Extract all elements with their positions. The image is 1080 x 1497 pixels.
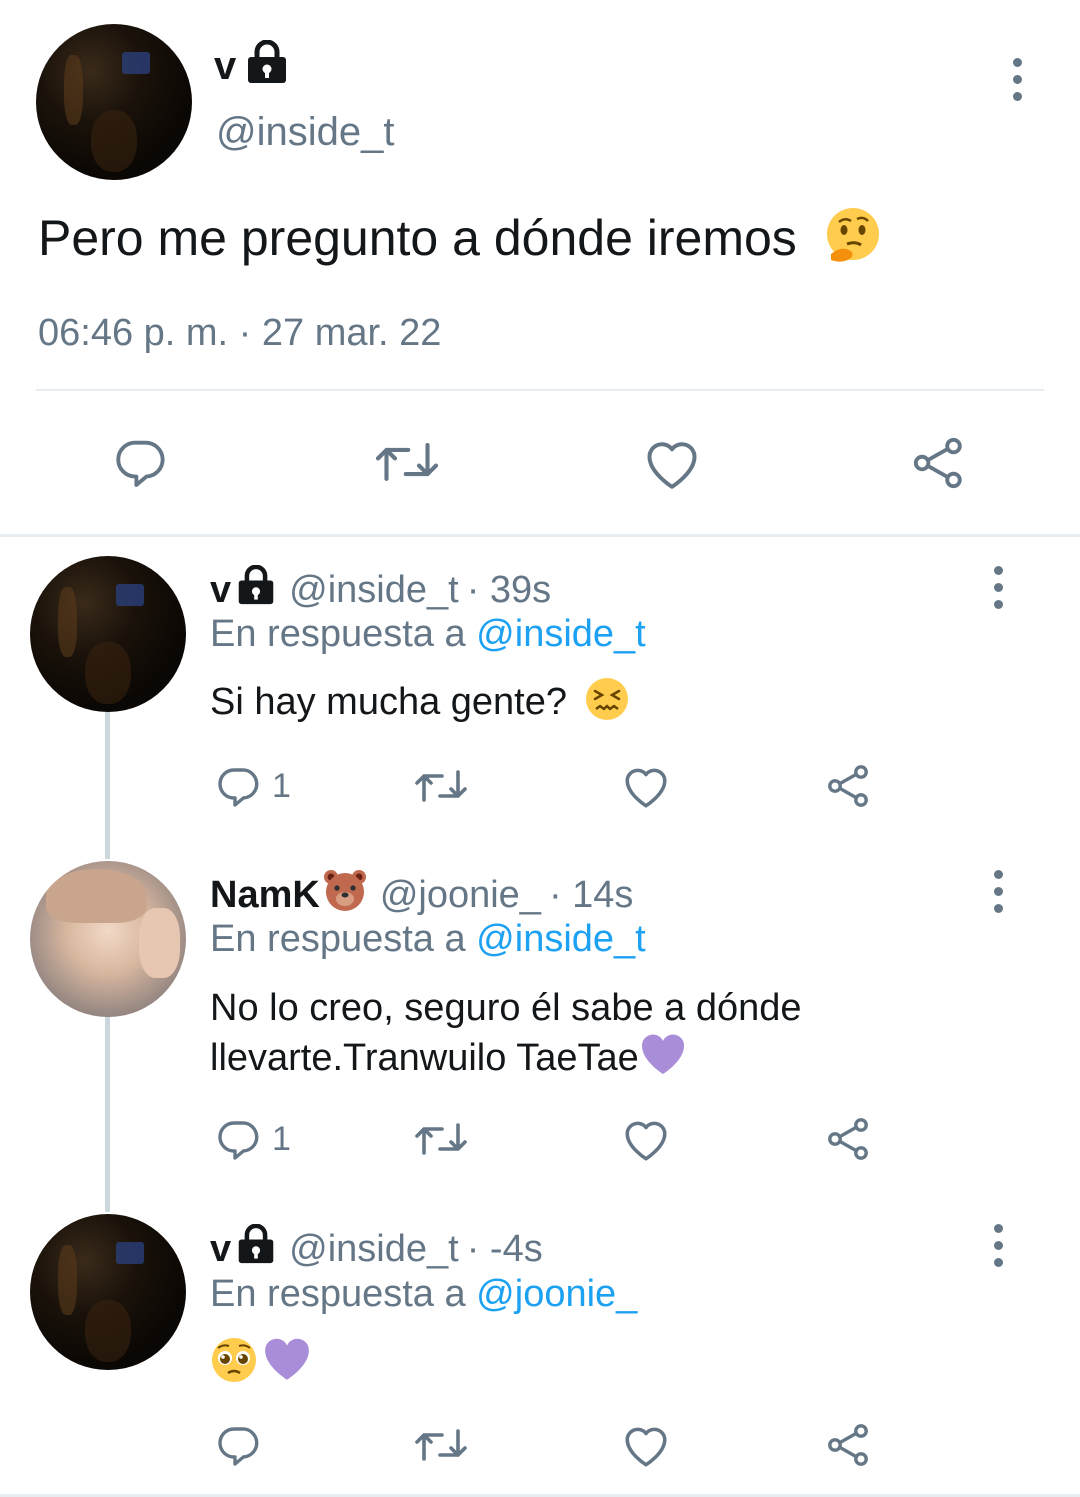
more-options-icon[interactable] [1011,58,1023,101]
reply-button[interactable] [111,433,169,491]
reply-count: 1 [272,1119,291,1158]
share-icon [913,437,962,489]
reply-avatar[interactable] [30,861,186,1017]
retweet-button[interactable] [412,762,470,815]
reply-text-line: llevarte.Tranwuilo TaeTae [210,1037,639,1080]
heart-icon [625,1427,667,1467]
reply-text-row: Si hay mucha gente? [210,676,630,732]
share-button[interactable] [825,1115,873,1168]
reply-icon [218,768,259,807]
more-options-icon[interactable] [992,870,1004,913]
retweet-button[interactable] [412,1115,470,1168]
reply-header: NamK @joonie_ · 14s [210,868,633,922]
reply-count: 1 [272,766,291,805]
reply-icon [116,440,165,487]
like-button[interactable] [621,762,671,815]
main-tweet-display-name[interactable]: v [214,44,236,89]
main-tweet-avatar[interactable] [36,24,192,180]
heart-icon [625,768,667,808]
more-options-icon[interactable] [992,1224,1004,1267]
purple-heart-icon [262,1336,312,1389]
reply-button[interactable] [214,1421,272,1469]
divider [36,389,1044,391]
reply-button[interactable]: 1 [214,1115,291,1163]
reply-emoji-row [210,1336,312,1389]
reply-header: v @inside_t · 39s [210,564,552,615]
section-divider [0,534,1080,537]
share-icon [828,1118,868,1160]
retweet-button[interactable] [412,1421,470,1474]
heart-icon [647,442,697,489]
reply-display-name[interactable]: v [210,569,231,612]
share-button[interactable] [825,762,873,815]
thread-line [105,1016,110,1212]
main-tweet-text: Pero me pregunto a dónde iremos [38,210,797,267]
reply-age: · 39s [466,568,552,611]
reply-handle[interactable]: @inside_t [289,569,459,612]
lock-icon [235,1223,277,1274]
more-options-icon[interactable] [992,566,1004,609]
thinking-face-icon [823,206,883,278]
like-button[interactable] [621,1421,671,1474]
reply-age: · 14s [548,873,634,916]
reply-prefix: En respuesta a [210,613,466,655]
share-button[interactable] [825,1421,873,1474]
reply-text-line-row: llevarte.Tranwuilo TaeTae [210,1032,802,1088]
reply-prefix: En respuesta a [210,918,466,960]
share-button[interactable] [910,434,968,492]
reply-display-name[interactable]: v [210,1228,231,1271]
lock-icon [244,40,290,84]
retweet-icon [415,1123,467,1155]
reply-text-line: No lo creo, seguro él sabe a dónde [210,987,802,1029]
retweet-icon [375,443,439,481]
share-icon [828,765,868,807]
reply-avatar[interactable] [30,1214,186,1370]
retweet-icon [415,1429,467,1461]
reply-age: · -4s [466,1227,543,1270]
heart-icon [625,1121,667,1161]
lock-icon [235,564,277,615]
reply-to-link[interactable]: @joonie_ [476,1273,637,1315]
reply-icon [218,1427,259,1466]
reply-handle[interactable]: @inside_t [289,1228,459,1271]
reply-to-line: En respuesta a @inside_t [210,613,646,656]
retweet-button[interactable] [372,433,442,491]
main-tweet-timestamp: 06:46 p. m. · 27 mar. 22 [38,312,442,354]
main-tweet-handle[interactable]: @inside_t [216,110,394,155]
reply-handle[interactable]: @joonie_ [380,874,541,917]
bear-face-icon [322,868,368,922]
reply-avatar[interactable] [30,556,186,712]
reply-header: v @inside_t · -4s [210,1223,543,1274]
reply-to-line: En respuesta a @joonie_ [210,1273,637,1316]
main-tweet-text-row: Pero me pregunto a dónde iremos [38,206,883,278]
reply-to-link[interactable]: @inside_t [476,613,646,655]
reply-prefix: En respuesta a [210,1273,466,1315]
purple-heart-icon [639,1032,687,1088]
like-button[interactable] [621,1115,671,1168]
reply-icon [218,1121,259,1160]
confounded-face-icon [584,676,630,732]
reply-text: Si hay mucha gente? [210,681,568,724]
reply-button[interactable]: 1 [214,762,291,810]
reply-to-link[interactable]: @inside_t [476,918,646,960]
reply-display-name[interactable]: NamK [210,874,320,917]
reply-to-line: En respuesta a @inside_t [210,918,646,961]
thread-line [105,712,110,859]
like-button[interactable] [642,434,702,492]
share-icon [828,1424,868,1466]
pleading-face-icon [210,1336,258,1389]
retweet-icon [415,770,467,802]
reply-text: No lo creo, seguro él sabe a dónde lleva… [210,984,802,1088]
